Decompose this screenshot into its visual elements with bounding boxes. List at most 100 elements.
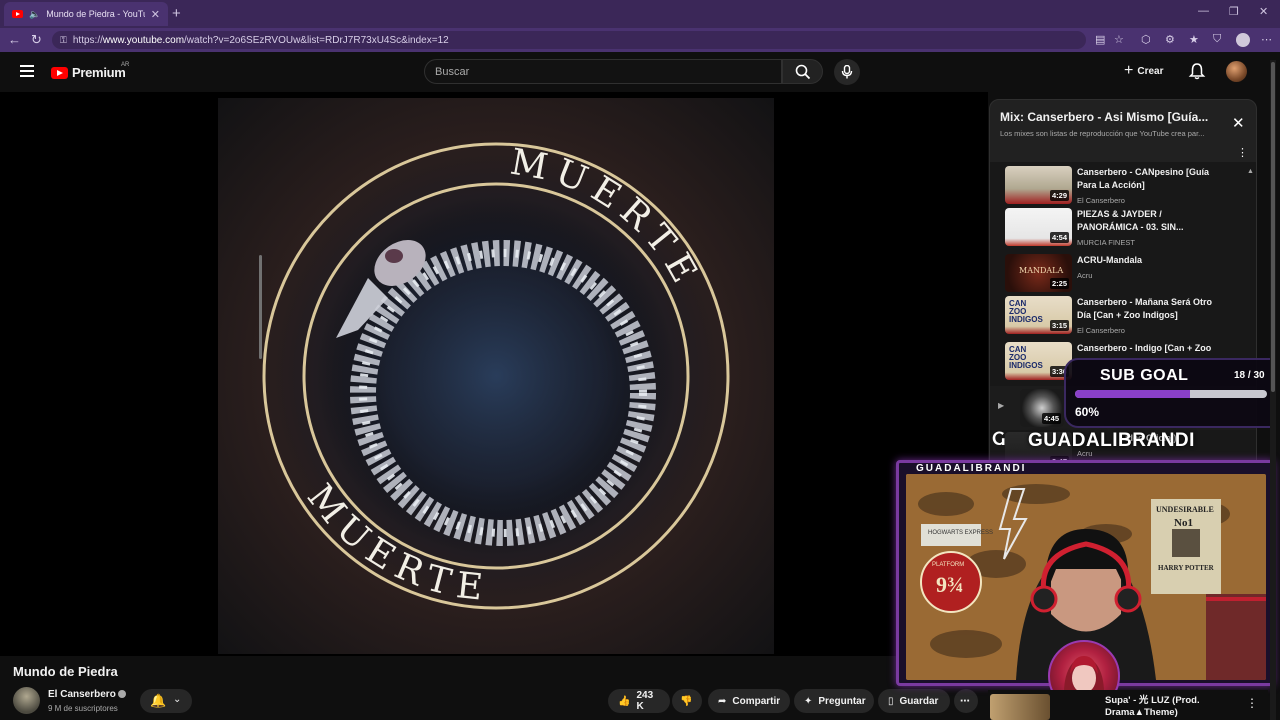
minimize-icon[interactable]: — <box>1198 5 1209 17</box>
playlist-item[interactable]: MANDALA 2:25 ACRU-Mandala Acru <box>1005 254 1245 296</box>
close-icon[interactable]: ✕ <box>1232 114 1245 132</box>
create-label: Crear <box>1137 65 1164 77</box>
profile-avatar[interactable] <box>1236 33 1250 47</box>
platform-number: 9¾ <box>936 572 964 597</box>
browser-address-bar: ← ↻ ⚿ https://www.youtube.com/watch?v=2o… <box>0 28 1280 52</box>
favorite-star-icon[interactable]: ☆ <box>1114 33 1124 46</box>
thumbnail-text: MANDALA <box>1019 266 1064 275</box>
subscription-notifications-button[interactable]: 🔔 ⌄ <box>140 689 192 713</box>
video-thumbnail: CAN ZOO INDIGOS 3:15 <box>1005 296 1072 334</box>
playlist-scrollbar[interactable] <box>259 255 262 359</box>
menu-icon[interactable] <box>20 65 34 77</box>
video-title: ACRU-Mandala <box>1077 255 1143 265</box>
verified-badge-icon <box>118 690 126 698</box>
page-scrollbar-thumb[interactable] <box>1271 62 1275 392</box>
browser-tab-bar: 🔈 Mundo de Piedra - YouTube ✕ + — ❐ ✕ <box>0 0 1280 28</box>
browser-tab[interactable]: 🔈 Mundo de Piedra - YouTube ✕ <box>4 2 168 26</box>
video-thumbnail: 4:54 <box>1005 208 1072 246</box>
favorites-icon[interactable]: ★ <box>1189 33 1199 46</box>
sub-goal-percent: 60% <box>1075 405 1100 419</box>
video-thumbnail <box>990 694 1050 720</box>
url-host: www.youtube.com <box>102 34 185 46</box>
back-icon[interactable]: ← <box>8 32 21 47</box>
restore-icon[interactable]: ❐ <box>1229 5 1239 18</box>
webcam-label: GUADALIBRANDI <box>916 463 1027 474</box>
tab-close-icon[interactable]: ✕ <box>151 8 160 21</box>
search-input[interactable]: Buscar <box>424 59 782 84</box>
plus-icon: + <box>1124 62 1134 79</box>
create-button[interactable]: + Crear <box>1124 62 1163 80</box>
video-title: Canserbero - Mañana Será Otro Día [Can +… <box>1077 297 1213 320</box>
streamer-name-banner: GUADALIBRANDI <box>1028 430 1195 451</box>
sub-goal-title: SUB GOAL <box>1100 367 1189 384</box>
share-button[interactable]: ➦ Compartir <box>708 689 790 713</box>
album-artwork: MUERTE MUERTE <box>218 98 774 654</box>
shield-icon[interactable]: ⛉ <box>1213 33 1221 46</box>
scroll-up-icon[interactable]: ▲ <box>1247 168 1254 175</box>
extensions-icon[interactable]: ⬡ <box>1141 33 1151 46</box>
more-vertical-icon[interactable]: ⋮ <box>1237 146 1248 159</box>
save-button[interactable]: ▯ Guardar <box>878 689 950 713</box>
account-avatar[interactable] <box>1226 61 1247 82</box>
share-icon: ➦ <box>718 695 727 707</box>
playlist-item[interactable]: 4:29 Canserbero - CANpesino [Guía Para L… <box>1005 166 1245 208</box>
more-actions-button[interactable]: ⋯ <box>954 689 978 713</box>
sub-goal-count: 18 / 30 <box>1234 370 1265 381</box>
thumbs-up-icon: 👍 <box>618 695 631 707</box>
new-tab-icon[interactable]: + <box>172 5 181 22</box>
video-duration: 4:54 <box>1049 232 1069 243</box>
reader-view-icon[interactable]: ▤ <box>1095 33 1105 46</box>
video-duration: 3:15 <box>1049 320 1069 331</box>
channel-logo-icon: Ⴚ <box>992 432 1006 449</box>
channel-name[interactable]: El Canserbero <box>48 689 116 700</box>
hogwarts-sign: HOGWARTS EXPRESS <box>928 530 993 536</box>
playlist-item[interactable]: 4:54 PIEZAS & JAYDER / PANORÁMICA - 03. … <box>1005 208 1245 250</box>
video-thumbnail: 4:45 <box>1020 389 1064 427</box>
playlist-title[interactable]: Mix: Canserbero - Asi Mismo [Guía... <box>1000 110 1215 124</box>
thumbnail-text: CAN ZOO INDIGOS <box>1009 299 1043 324</box>
sub-goal-progress-track <box>1075 390 1267 398</box>
video-author: MURCIA FINEST <box>1077 238 1135 247</box>
notifications-bell-icon[interactable] <box>1188 62 1206 80</box>
ask-button[interactable]: ✦ Preguntar <box>794 689 874 713</box>
subscriber-count: 9 M de suscriptores <box>48 704 118 713</box>
mic-icon <box>841 65 853 79</box>
youtube-play-icon <box>51 66 68 79</box>
channel-avatar[interactable] <box>13 687 40 714</box>
search-placeholder: Buscar <box>435 65 470 78</box>
url-field[interactable]: ⚿ https://www.youtube.com/watch?v=2o6SEz… <box>52 31 1086 49</box>
voice-search-button[interactable] <box>834 59 860 85</box>
video-title: PIEZAS & JAYDER / PANORÁMICA - 03. SIN..… <box>1077 209 1184 232</box>
video-thumbnail: MANDALA 2:25 <box>1005 254 1072 292</box>
more-options-icon[interactable]: ⋯ <box>1261 33 1272 46</box>
audio-icon[interactable]: 🔈 <box>29 9 40 20</box>
url-scheme: https:// <box>72 34 103 46</box>
video-duration: 2:25 <box>1049 278 1069 289</box>
like-button[interactable]: 👍 243 K <box>608 689 670 713</box>
undesirable-name: HARRY POTTER <box>1158 564 1215 572</box>
dislike-button[interactable]: 👎 <box>672 689 702 713</box>
youtube-header: Premium AR Buscar + Crear <box>0 52 1280 92</box>
youtube-favicon-icon <box>12 10 23 18</box>
bookmark-icon: ▯ <box>888 695 894 707</box>
playlist-item[interactable]: CAN ZOO INDIGOS 3:15 Canserbero - Mañana… <box>1005 296 1245 338</box>
search-icon <box>795 64 811 80</box>
now-playing-icon: ▶ <box>998 401 1005 410</box>
video-duration: 4:45 <box>1041 413 1061 424</box>
thumbnail-text: CAN ZOO INDIGOS <box>1009 345 1043 370</box>
undesirable-sign: UNDESIRABLE <box>1156 505 1214 514</box>
youtube-logo[interactable]: Premium <box>51 65 126 80</box>
recommended-title: Supa' - 光 LUZ (Prod. Drama▲Theme) <box>1105 695 1200 718</box>
reload-icon[interactable]: ↻ <box>31 32 42 48</box>
browser-essentials-icon[interactable]: ⚙ <box>1165 33 1175 46</box>
video-title: Canserbero - CANpesino [Guía Para La Acc… <box>1077 167 1210 190</box>
thumbs-down-icon: 👎 <box>680 695 693 707</box>
search-button[interactable] <box>782 59 823 84</box>
ask-label: Preguntar <box>818 695 866 707</box>
save-label: Guardar <box>899 695 939 707</box>
window-close-icon[interactable]: ✕ <box>1259 5 1268 18</box>
site-info-icon[interactable]: ⚿ <box>60 35 67 46</box>
like-count: 243 K <box>636 690 654 712</box>
region-code: AR <box>121 62 130 68</box>
platform-sign-label: PLATFORM <box>932 562 964 568</box>
